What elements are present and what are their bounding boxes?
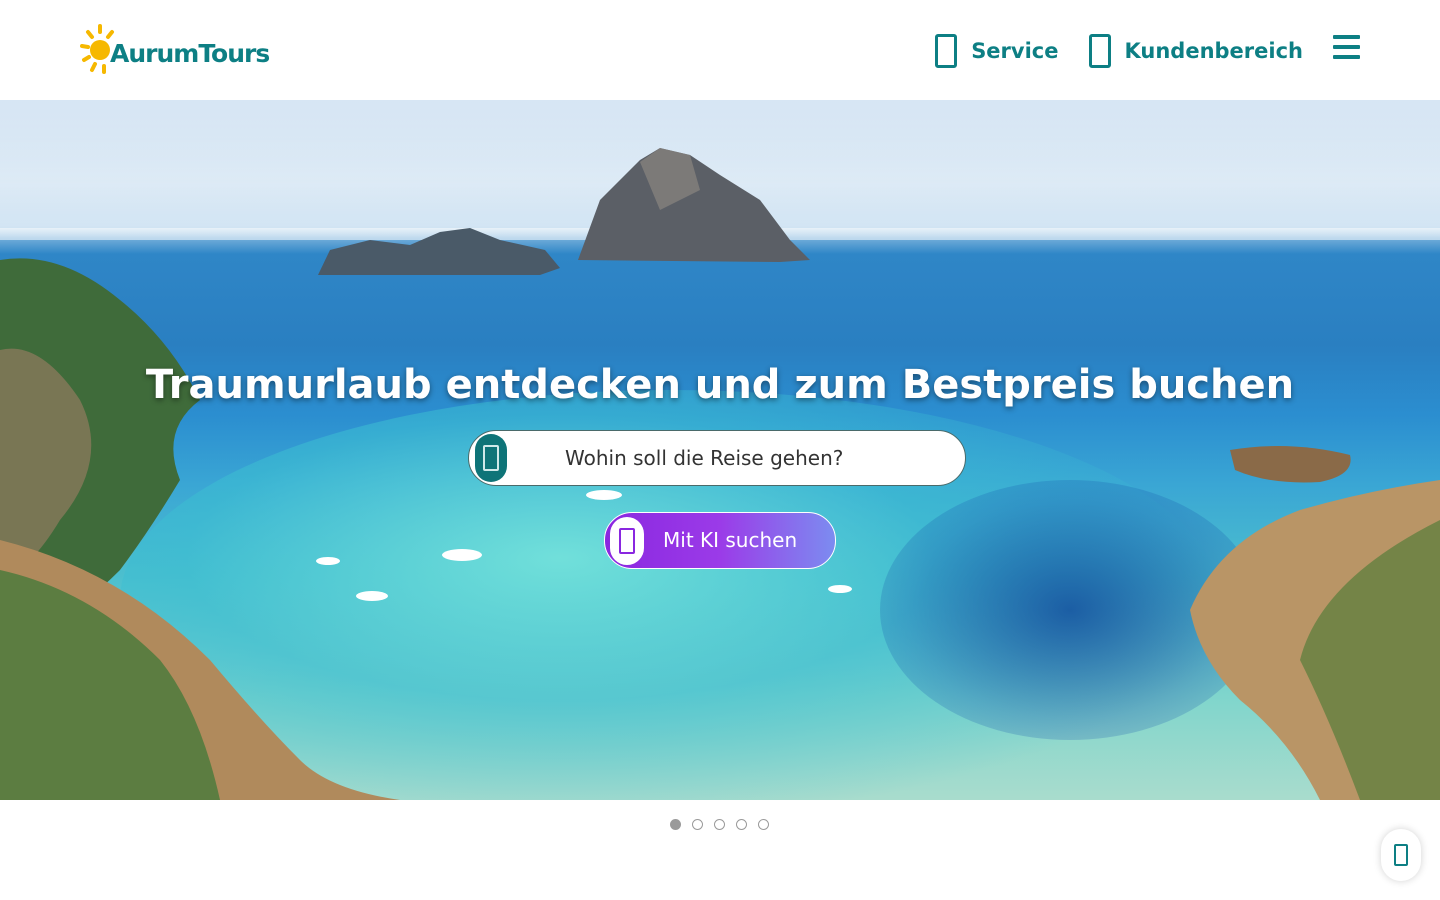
ai-search-label: Mit KI suchen	[663, 528, 798, 552]
hero-title: Traumurlaub entdecken und zum Bestpreis …	[145, 362, 1295, 408]
hero-banner: Traumurlaub entdecken und zum Bestpreis …	[0, 100, 1440, 800]
rock-right	[1230, 446, 1351, 483]
main-nav: Service Kundenbereich	[905, 30, 1360, 72]
chat-icon	[1394, 844, 1408, 866]
chat-button[interactable]	[1381, 829, 1421, 881]
carousel-dot[interactable]	[714, 819, 725, 830]
site-header: AurumTours Service Kundenbereich	[0, 0, 1440, 100]
island-right	[578, 148, 810, 262]
nav-kundenbereich-label: Kundenbereich	[1124, 39, 1304, 63]
nav-service[interactable]: Service	[935, 34, 1059, 68]
hamburger-menu-icon[interactable]	[1333, 35, 1360, 59]
destination-search[interactable]	[468, 430, 966, 486]
carousel-pagination	[670, 819, 780, 830]
carousel-dot[interactable]	[670, 819, 681, 830]
service-icon	[935, 34, 958, 68]
ai-search-button[interactable]: Mit KI suchen	[604, 512, 836, 569]
nav-service-label: Service	[971, 39, 1059, 63]
user-icon	[1088, 34, 1111, 68]
island-left	[318, 228, 560, 275]
brand-name: AurumTours	[110, 39, 270, 68]
ai-sparkle-icon	[610, 517, 644, 565]
nav-kundenbereich[interactable]: Kundenbereich	[1088, 34, 1304, 68]
brand-logo[interactable]: AurumTours	[80, 22, 285, 80]
carousel-dot[interactable]	[758, 819, 769, 830]
carousel-dot[interactable]	[692, 819, 703, 830]
destination-search-input[interactable]	[469, 431, 965, 485]
search-icon[interactable]	[475, 434, 507, 482]
carousel-dot[interactable]	[736, 819, 747, 830]
